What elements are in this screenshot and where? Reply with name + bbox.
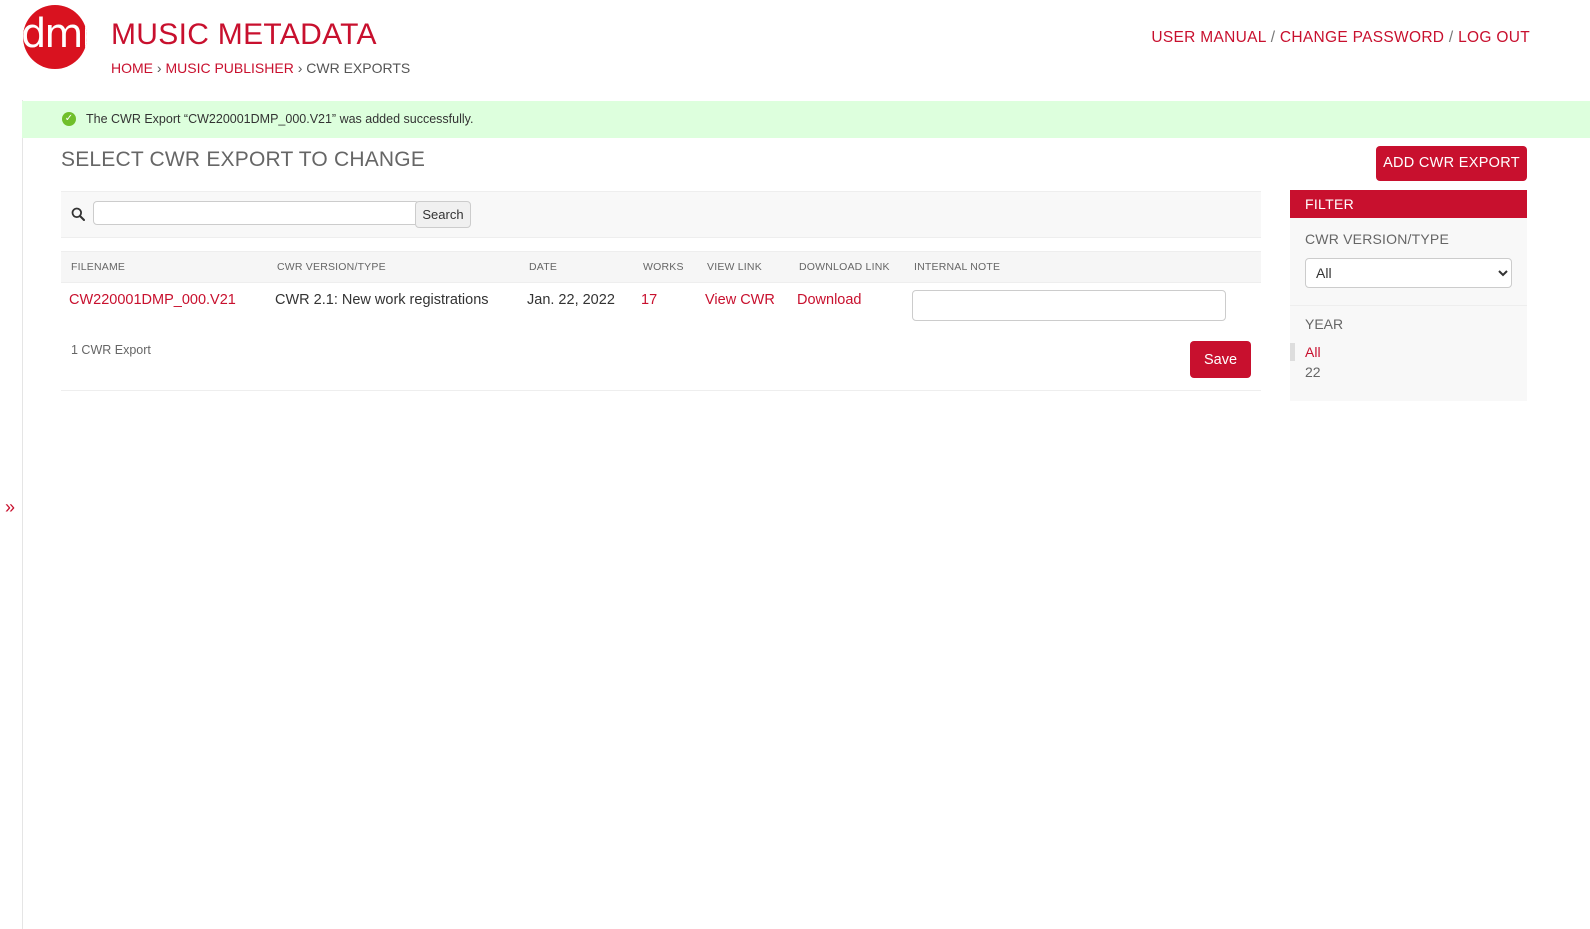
download-link[interactable]: Download [797, 292, 862, 308]
result-count: 1 CWR Export [71, 343, 151, 357]
filter-heading-year: YEAR [1305, 316, 1344, 332]
user-tools-separator: / [1270, 29, 1276, 46]
breadcrumb-music-publisher[interactable]: MUSIC PUBLISHER [165, 60, 293, 76]
dmp-logo[interactable]: dmp [23, 5, 87, 69]
column-header-version[interactable]: CWR VERSION/TYPE [267, 251, 519, 283]
column-header-download-link: DOWNLOAD LINK [789, 251, 904, 283]
search-button[interactable]: Search [415, 201, 471, 228]
user-manual-link[interactable]: USER MANUAL [1151, 29, 1266, 46]
add-cwr-export-button[interactable]: ADD CWR EXPORT [1376, 146, 1527, 181]
user-tools-separator: / [1448, 29, 1454, 46]
breadcrumb-current: CWR EXPORTS [306, 60, 411, 76]
table-header-row: FILENAME CWR VERSION/TYPE DATE WORKS VIE… [61, 251, 1261, 283]
column-header-works[interactable]: WORKS [633, 251, 697, 283]
nav-sidebar-toggle[interactable]: » [5, 497, 15, 518]
user-tools: USER MANUAL / CHANGE PASSWORD / LOG OUT [1151, 29, 1530, 47]
view-cwr-link[interactable]: View CWR [705, 292, 775, 308]
breadcrumb-separator: › [156, 60, 162, 76]
change-password-link[interactable]: CHANGE PASSWORD [1280, 29, 1444, 46]
breadcrumb-separator: › [297, 60, 303, 76]
filter-title: FILTER [1290, 190, 1527, 218]
success-message-text: The CWR Export “CW220001DMP_000.V21” was… [86, 112, 474, 126]
site-title[interactable]: MUSIC METADATA [111, 18, 377, 52]
search-toolbar: Search [61, 191, 1261, 238]
success-message: ✓ The CWR Export “CW220001DMP_000.V21” w… [22, 101, 1590, 138]
check-circle-icon: ✓ [62, 112, 76, 126]
year-filter-all[interactable]: All [1305, 344, 1321, 360]
search-input[interactable] [93, 201, 419, 225]
year-filter-22[interactable]: 22 [1305, 364, 1321, 380]
column-header-internal-note: INTERNAL NOTE [904, 251, 1261, 283]
filter-panel: FILTER CWR VERSION/TYPE All YEAR All 22 [1290, 190, 1527, 401]
filter-divider [1290, 305, 1527, 306]
log-out-link[interactable]: LOG OUT [1458, 29, 1530, 46]
search-icon [71, 207, 85, 221]
version-cell: CWR 2.1: New work registrations [275, 292, 489, 308]
works-link[interactable]: 17 [641, 292, 657, 308]
selected-filter-marker [1290, 343, 1295, 361]
column-header-view-link: VIEW LINK [697, 251, 789, 283]
date-cell: Jan. 22, 2022 [527, 292, 615, 308]
table-row: CW220001DMP_000.V21 CWR 2.1: New work re… [61, 283, 1261, 333]
column-header-filename[interactable]: FILENAME [61, 251, 267, 283]
breadcrumb: HOME › MUSIC PUBLISHER › CWR EXPORTS [111, 60, 410, 76]
paginator: 1 CWR Export Save [61, 340, 1261, 391]
logo-text: dmp [23, 11, 87, 57]
save-button[interactable]: Save [1190, 341, 1251, 378]
column-header-date[interactable]: DATE [519, 251, 633, 283]
breadcrumb-home[interactable]: HOME [111, 60, 153, 76]
internal-note-input[interactable] [912, 290, 1226, 321]
version-filter-select[interactable]: All [1305, 258, 1512, 288]
filter-heading-version: CWR VERSION/TYPE [1305, 231, 1449, 247]
results-table: FILENAME CWR VERSION/TYPE DATE WORKS VIE… [61, 251, 1261, 332]
filename-link[interactable]: CW220001DMP_000.V21 [69, 292, 236, 308]
page-title: SELECT CWR EXPORT TO CHANGE [61, 148, 426, 171]
